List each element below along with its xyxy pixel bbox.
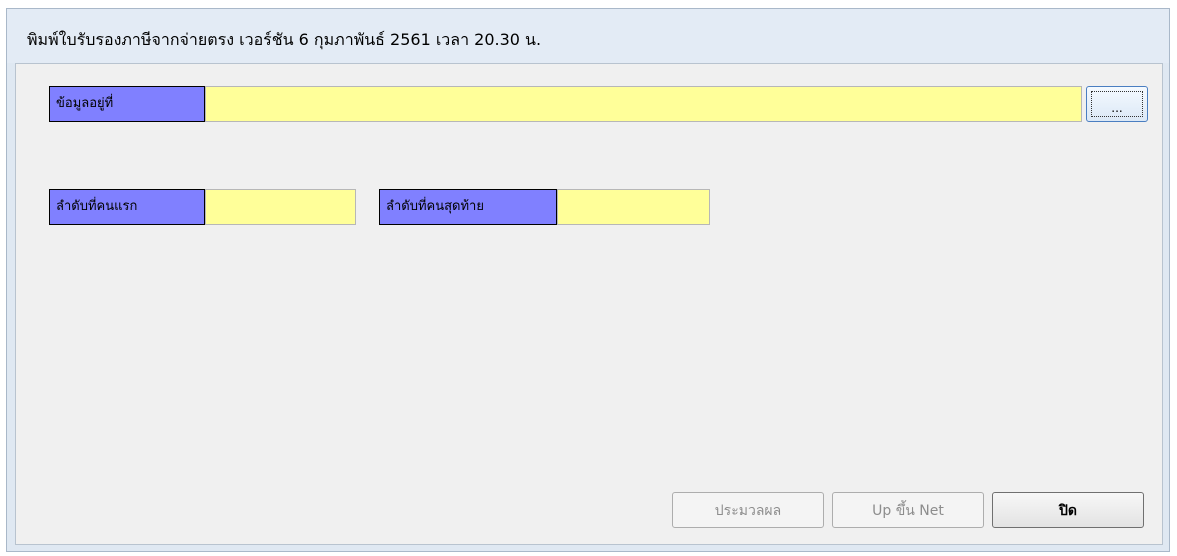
title-bar: พิมพ์ใบรับรองภาษีจากจ่ายตรง เวอร์ชัน 6 ก… bbox=[7, 9, 1169, 63]
data-location-input[interactable] bbox=[205, 86, 1082, 122]
first-order-label: ลำดับที่คนแรก bbox=[49, 189, 205, 225]
last-order-input[interactable] bbox=[557, 189, 710, 225]
process-button[interactable]: ประมวลผล bbox=[672, 492, 824, 528]
dialog-window: พิมพ์ใบรับรองภาษีจากจ่ายตรง เวอร์ชัน 6 ก… bbox=[6, 8, 1170, 552]
browse-button-label: ... bbox=[1111, 101, 1123, 115]
close-button[interactable]: ปิด bbox=[992, 492, 1144, 528]
window-title: พิมพ์ใบรับรองภาษีจากจ่ายตรง เวอร์ชัน 6 ก… bbox=[27, 30, 542, 49]
upload-net-button[interactable]: Up ขึ้น Net bbox=[832, 492, 984, 528]
last-order-label: ลำดับที่คนสุดท้าย bbox=[379, 189, 557, 225]
data-location-label: ข้อมูลอยู่ที่ bbox=[49, 86, 205, 122]
browse-button[interactable]: ... bbox=[1086, 86, 1148, 122]
form-panel: ข้อมูลอยู่ที่ ... ลำดับที่คนแรก ลำดับที่… bbox=[15, 63, 1163, 545]
first-order-input[interactable] bbox=[205, 189, 356, 225]
